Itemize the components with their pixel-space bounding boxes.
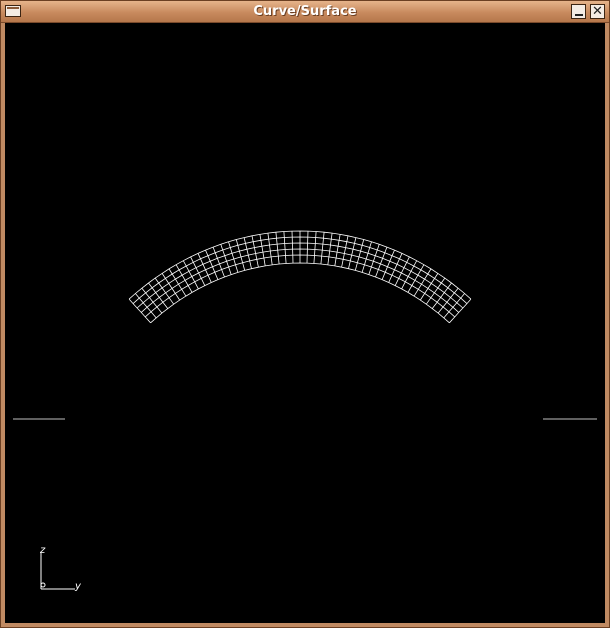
mesh-cross-section-line xyxy=(334,234,341,266)
close-button[interactable]: ✕ xyxy=(590,4,605,19)
z-axis-label: z xyxy=(39,545,46,556)
mesh-cross-section-line xyxy=(291,231,294,264)
minimize-button[interactable] xyxy=(571,4,586,19)
mesh-longitudinal-line xyxy=(150,262,450,324)
wireframe-canvas[interactable]: z y xyxy=(5,23,605,623)
minimize-icon xyxy=(575,14,583,16)
mesh-cross-section-line xyxy=(341,235,349,268)
app-window: Curve/Surface ✕ z y xyxy=(0,0,610,628)
mesh-cross-section-line xyxy=(275,232,280,265)
mesh-cross-section-line xyxy=(320,232,325,265)
mesh-cross-section-line xyxy=(449,298,472,324)
mesh-cross-section-line xyxy=(401,260,418,290)
3d-viewport[interactable]: z y xyxy=(5,23,605,623)
title-bar[interactable]: Curve/Surface ✕ xyxy=(1,1,609,23)
mesh-cross-section-line xyxy=(259,234,266,266)
mesh-cross-section-line xyxy=(182,260,199,290)
x-axis-marker xyxy=(40,582,46,588)
close-icon: ✕ xyxy=(592,4,603,19)
window-title: Curve/Surface xyxy=(253,4,357,19)
mesh-cross-section-line xyxy=(128,298,151,324)
mesh-cross-section-line xyxy=(267,233,273,265)
mesh-cross-section-line xyxy=(327,233,333,265)
y-axis-label: y xyxy=(74,581,82,592)
axis-triad: z y xyxy=(39,545,82,592)
mesh-cross-section-line xyxy=(251,235,259,268)
tube-surface-wireframe xyxy=(13,230,597,420)
mesh-cross-section-line xyxy=(283,231,287,264)
mesh-cross-section-line xyxy=(313,231,317,264)
mesh-longitudinal-line xyxy=(144,254,456,318)
mesh-cross-section-line xyxy=(135,293,157,319)
mesh-cross-section-line xyxy=(306,231,309,264)
mesh-cross-section-line xyxy=(443,293,465,319)
